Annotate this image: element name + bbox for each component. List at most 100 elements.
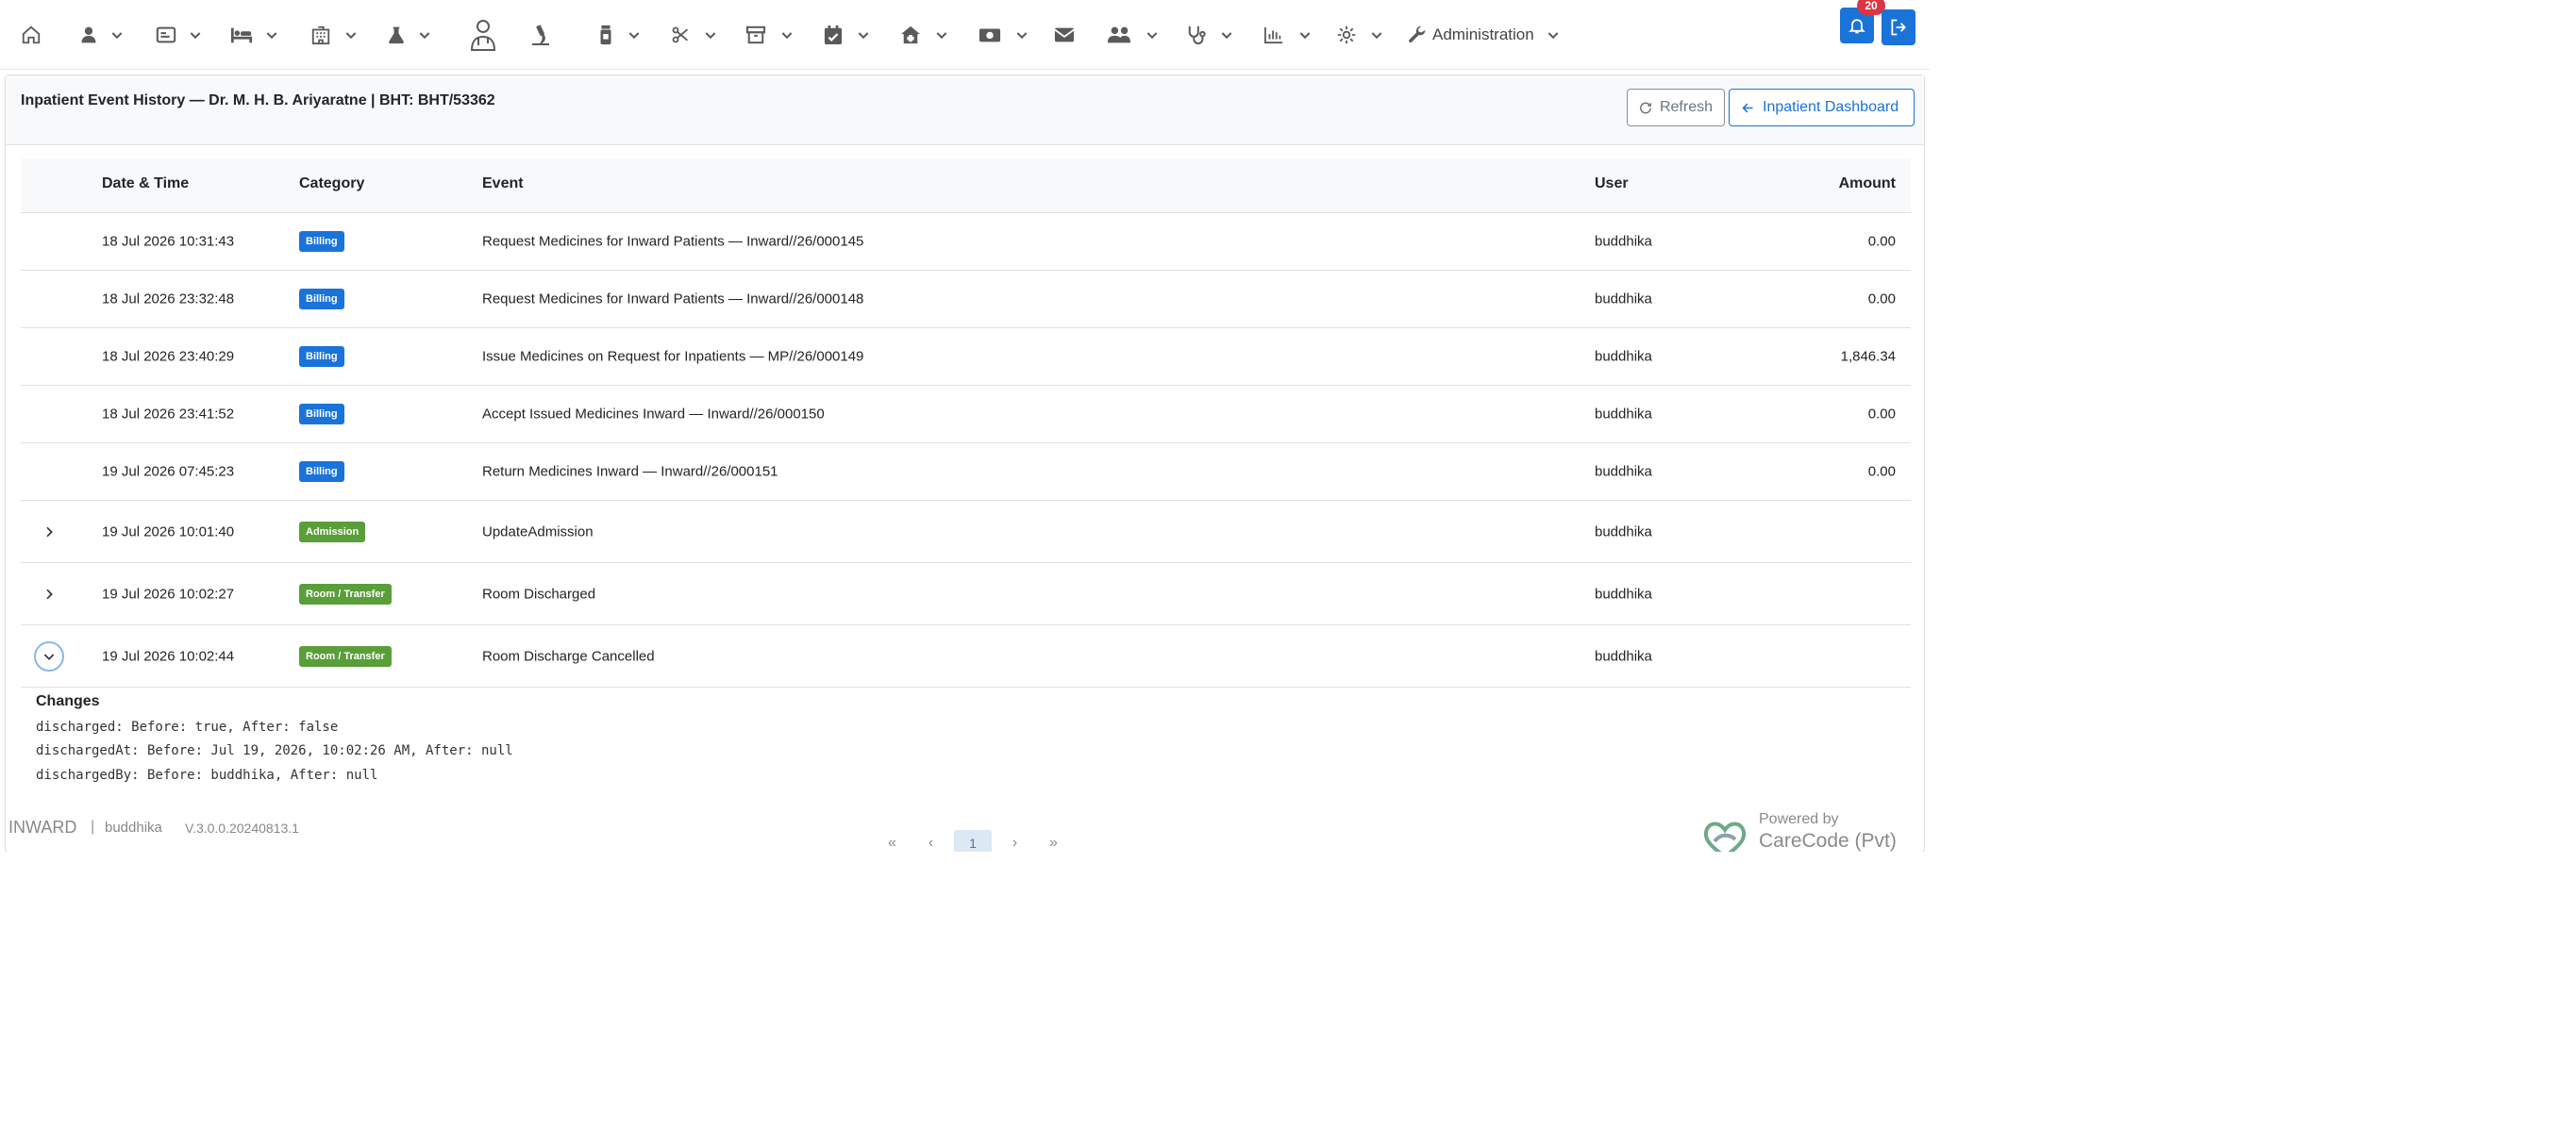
chevron-down-icon: [1146, 32, 1158, 40]
prev-page-button[interactable]: ‹: [912, 835, 950, 852]
bell-icon: [1848, 19, 1865, 34]
nav-staff-menu[interactable]: [1107, 17, 1160, 53]
category-cell: Room / Transfer: [299, 583, 392, 605]
nav-procedures-menu[interactable]: [671, 17, 718, 53]
next-page-button[interactable]: ›: [995, 835, 1034, 852]
mail-icon[interactable]: [1054, 17, 1075, 53]
page-1-button[interactable]: 1: [954, 830, 992, 852]
row-event: Accept Issued Medicines Inward — Inward/…: [482, 406, 825, 423]
table-row[interactable]: 18 Jul 2026 23:41:52 Billing Accept Issued…: [21, 386, 1911, 443]
user-icon: [81, 26, 96, 43]
nav-administration-label: Administration: [1432, 25, 1534, 43]
row-event: Request Medicines for Inward Patients — …: [482, 233, 864, 250]
table-row[interactable]: 18 Jul 2026 10:31:43 Billing Request Medic…: [21, 213, 1911, 271]
nav-clinic-menu[interactable]: [900, 17, 949, 53]
footer: INWARD | buddhika V.3.0.0.20240813.1 « ‹…: [0, 811, 1930, 852]
row-datetime: 18 Jul 2026 23:40:29: [102, 348, 235, 365]
category-cell: Billing: [299, 461, 344, 482]
app-frame: Administration 20 Inpatient Event Histor…: [0, 0, 1930, 852]
nav-reports-menu[interactable]: [1263, 17, 1313, 53]
category-cell: Admission: [299, 521, 366, 542]
page-title: Inpatient Event History — Dr. M. H. B. A…: [21, 92, 495, 108]
table-row[interactable]: 18 Jul 2026 23:40:29 Billing Issue Medicin…: [21, 328, 1911, 386]
event-history-card: Inpatient Event History — Dr. M. H. B. A…: [5, 75, 1925, 852]
table-row[interactable]: 19 Jul 2026 07:45:23 Billing Return Medici…: [21, 443, 1911, 501]
row-amount: 0.00: [1867, 291, 1896, 307]
category-badge: Billing: [299, 461, 344, 482]
nav-appointments-menu[interactable]: [824, 17, 871, 53]
changes-title: Changes: [36, 693, 100, 709]
row-datetime: 18 Jul 2026 10:31:43: [102, 233, 235, 250]
table-header: Date & Time Category Event User Amount: [21, 158, 1911, 213]
footer-version: V.3.0.0.20240813.1: [185, 821, 299, 836]
chevron-down-icon: [1221, 32, 1232, 40]
chevron-down-icon: [190, 32, 201, 40]
chevron-down-icon: [858, 32, 869, 40]
chevron-down-icon: [1016, 32, 1028, 40]
category-cell: Billing: [299, 289, 344, 309]
id-card-icon: [156, 26, 176, 43]
nav-store-menu[interactable]: [745, 17, 795, 53]
store-icon: [745, 25, 766, 44]
expand-row-button[interactable]: [34, 517, 64, 547]
row-user: buddhika: [1595, 463, 1652, 480]
logout-button[interactable]: [1882, 9, 1915, 45]
category-badge: Admission: [299, 521, 366, 542]
arrow-left-icon: [1742, 103, 1753, 112]
carecode-logo-icon: [1703, 822, 1747, 852]
row-user: buddhika: [1595, 233, 1652, 250]
table-row[interactable]: 19 Jul 2026 10:02:44 Room / Transfer Room …: [21, 625, 1911, 688]
row-user: buddhika: [1595, 523, 1652, 540]
nav-settings-menu[interactable]: [1337, 17, 1384, 53]
row-event: Request Medicines for Inward Patients — …: [482, 291, 864, 307]
last-page-button[interactable]: »: [1034, 835, 1073, 852]
column-header-amount: Amount: [1838, 175, 1896, 191]
row-amount: 0.00: [1867, 233, 1896, 250]
nav-administration-menu[interactable]: Administration: [1408, 17, 1561, 53]
home-icon[interactable]: [21, 17, 42, 53]
inpatient-dashboard-button[interactable]: Inpatient Dashboard: [1729, 89, 1915, 126]
first-page-button[interactable]: «: [873, 835, 912, 852]
category-badge: Room / Transfer: [299, 645, 392, 667]
category-cell: Billing: [299, 404, 344, 424]
refresh-button[interactable]: Refresh: [1627, 89, 1725, 126]
row-amount: 0.00: [1867, 463, 1896, 480]
table-row[interactable]: 19 Jul 2026 10:02:27 Room / Transfer Room …: [21, 563, 1911, 625]
row-amount: 1,846.34: [1840, 348, 1896, 365]
column-header-category: Category: [299, 175, 365, 191]
row-user: buddhika: [1595, 406, 1652, 423]
logout-icon: [1891, 19, 1906, 36]
table-row[interactable]: 18 Jul 2026 23:32:48 Billing Request Medic…: [21, 271, 1911, 328]
chevron-down-icon: [705, 32, 716, 40]
chevron-down-icon: [628, 32, 640, 40]
category-badge: Billing: [299, 346, 344, 367]
inpatient-dashboard-label: Inpatient Dashboard: [1763, 99, 1899, 115]
chevron-down-icon: [419, 32, 430, 40]
nav-theatre-menu[interactable]: [309, 17, 359, 53]
nav-lab-menu[interactable]: [387, 17, 432, 53]
row-user: buddhika: [1595, 586, 1652, 602]
nav-patient-menu[interactable]: [79, 17, 125, 53]
doctor-icon[interactable]: [469, 17, 497, 53]
flask-icon: [389, 26, 404, 44]
row-datetime: 18 Jul 2026 23:41:52: [102, 406, 235, 423]
category-badge: Billing: [299, 289, 344, 309]
nav-finance-menu[interactable]: [979, 17, 1029, 53]
top-navbar: Administration 20: [0, 0, 1930, 70]
table-row[interactable]: 19 Jul 2026 10:01:40 Admission UpdateAdmis…: [21, 501, 1911, 563]
nav-opd-menu[interactable]: [156, 17, 203, 53]
events-table: Date & Time Category Event User Amount 1…: [21, 158, 1911, 688]
nav-channelling-menu[interactable]: [1187, 17, 1234, 53]
users-icon: [1107, 26, 1131, 43]
nav-inward-menu[interactable]: [230, 17, 279, 53]
microscope-icon[interactable]: [529, 17, 552, 53]
chevron-down-icon: [1547, 32, 1559, 40]
collapse-row-button[interactable]: [34, 640, 64, 672]
row-user: buddhika: [1595, 348, 1652, 365]
chevron-down-icon: [43, 653, 55, 660]
row-user: buddhika: [1595, 648, 1652, 664]
row-datetime: 18 Jul 2026 23:32:48: [102, 291, 235, 307]
expand-row-button[interactable]: [34, 579, 64, 609]
change-line: dischargedBy: Before: buddhika, After: n…: [36, 768, 378, 783]
nav-pharmacy-menu[interactable]: [598, 17, 642, 53]
